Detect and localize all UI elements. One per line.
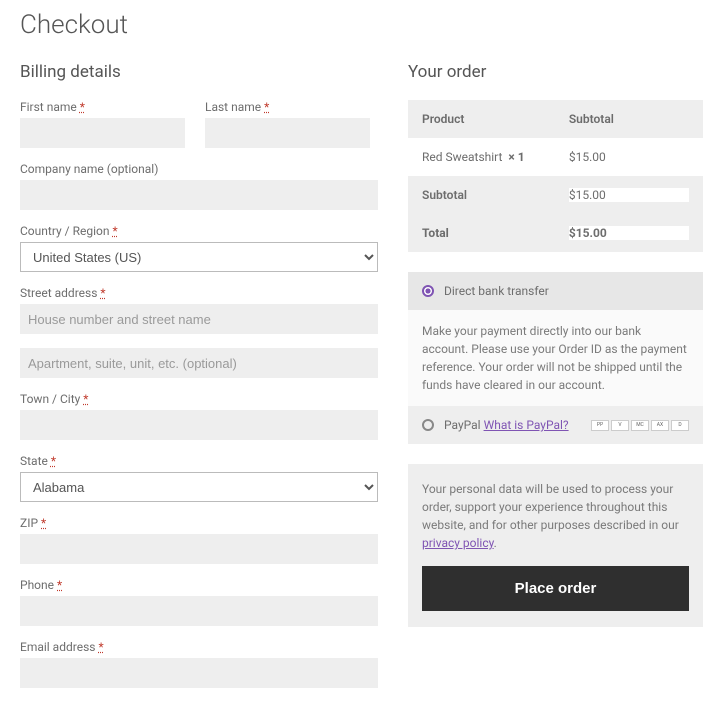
- street1-input[interactable]: [20, 304, 378, 334]
- privacy-box: Your personal data will be used to proce…: [408, 464, 703, 627]
- street-label: Street address *: [20, 286, 378, 300]
- card-icons: PP V MC AX D: [591, 420, 689, 431]
- order-heading: Your order: [408, 62, 703, 82]
- company-input[interactable]: [20, 180, 378, 210]
- radio-on-icon: [422, 285, 434, 297]
- last-name-input[interactable]: [205, 118, 370, 148]
- state-select[interactable]: Alabama: [20, 472, 378, 502]
- item-price: $15.00: [569, 150, 689, 164]
- state-label: State *: [20, 454, 378, 468]
- first-name-label: First name *: [20, 100, 185, 114]
- visa-icon: V: [611, 420, 629, 431]
- place-order-button[interactable]: Place order: [422, 566, 689, 611]
- bank-label: Direct bank transfer: [444, 284, 549, 298]
- payment-option-bank[interactable]: Direct bank transfer: [408, 272, 703, 310]
- item-qty: × 1: [508, 150, 524, 164]
- company-label: Company name (optional): [20, 162, 378, 176]
- email-input[interactable]: [20, 658, 378, 688]
- subtotal-value: $15.00: [569, 188, 689, 202]
- phone-label: Phone *: [20, 578, 378, 592]
- country-select[interactable]: United States (US): [20, 242, 378, 272]
- col-product: Product: [422, 112, 569, 126]
- paypal-whatis-link[interactable]: What is PayPal?: [484, 418, 569, 432]
- town-input[interactable]: [20, 410, 378, 440]
- paypal-icon: PP: [591, 420, 609, 431]
- item-name: Red Sweatshirt: [422, 150, 502, 164]
- amex-icon: AX: [651, 420, 669, 431]
- first-name-input[interactable]: [20, 118, 185, 148]
- paypal-label: PayPal: [444, 418, 481, 432]
- payment-methods: Direct bank transfer Make your payment d…: [408, 272, 703, 444]
- order-item-row: Red Sweatshirt × 1 $15.00: [408, 138, 703, 176]
- total-value: $15.00: [569, 226, 689, 240]
- zip-input[interactable]: [20, 534, 378, 564]
- privacy-policy-link[interactable]: privacy policy: [422, 536, 494, 550]
- phone-input[interactable]: [20, 596, 378, 626]
- mastercard-icon: MC: [631, 420, 649, 431]
- payment-option-paypal[interactable]: PayPal What is PayPal? PP V MC AX D: [408, 406, 703, 444]
- privacy-text: Your personal data will be used to proce…: [422, 480, 689, 552]
- radio-off-icon: [422, 419, 434, 431]
- bank-description: Make your payment directly into our bank…: [408, 310, 703, 406]
- street2-input[interactable]: [20, 348, 378, 378]
- zip-label: ZIP *: [20, 516, 378, 530]
- discover-icon: D: [671, 420, 689, 431]
- order-column: Your order Product Subtotal Red Sweatshi…: [408, 62, 703, 627]
- billing-column: Billing details First name * Last name *…: [20, 62, 378, 702]
- total-label: Total: [422, 226, 569, 240]
- page-title: Checkout: [20, 10, 703, 40]
- last-name-label: Last name *: [205, 100, 370, 114]
- subtotal-label: Subtotal: [422, 188, 569, 202]
- col-subtotal: Subtotal: [569, 112, 689, 126]
- billing-heading: Billing details: [20, 62, 378, 82]
- email-label: Email address *: [20, 640, 378, 654]
- order-table: Product Subtotal Red Sweatshirt × 1 $15.…: [408, 100, 703, 252]
- country-label: Country / Region *: [20, 224, 378, 238]
- town-label: Town / City *: [20, 392, 378, 406]
